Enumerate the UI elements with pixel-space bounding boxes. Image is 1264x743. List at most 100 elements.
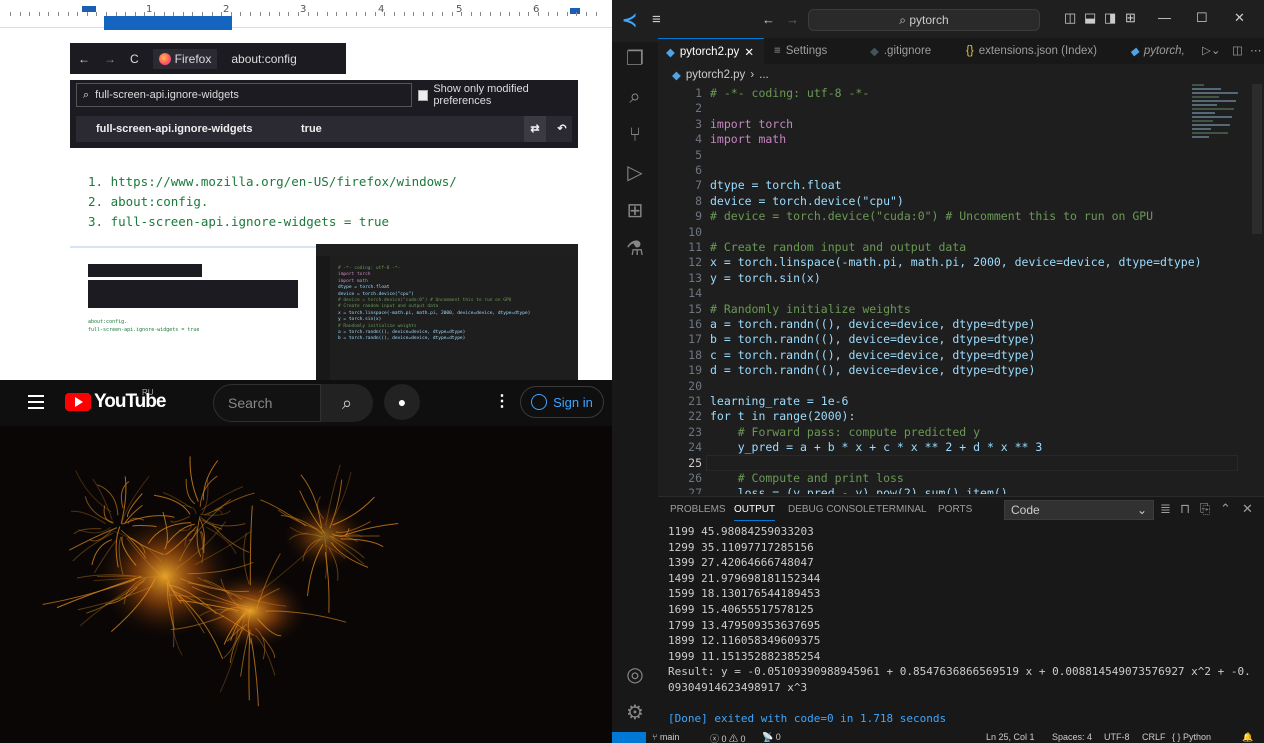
close-icon[interactable]: ✕ xyxy=(1234,10,1245,26)
breadcrumb: ◆ pytorch2.py › ... xyxy=(658,66,1264,84)
tab-extensions-json[interactable]: {} extensions.json (Index) xyxy=(958,38,1105,64)
thumb-code-line: b = torch.randn((), device=device, dtype… xyxy=(338,336,466,342)
youtube-logo-icon[interactable] xyxy=(65,393,91,411)
back-icon[interactable]: ← xyxy=(78,52,90,66)
document-pane: 1 2 3 4 5 6 ← → C Firefox about:config ⌕… xyxy=(0,0,612,380)
toggle-panel-icon[interactable]: ⬓ xyxy=(1084,10,1096,26)
sign-in-button[interactable]: Sign in xyxy=(520,386,604,418)
copy-icon[interactable]: ⎘ xyxy=(1200,501,1210,517)
remote-indicator-icon[interactable] xyxy=(612,732,646,743)
run-debug-icon[interactable]: ▷ xyxy=(622,160,648,186)
code-line: # Forward pass: compute predicted y xyxy=(710,424,981,439)
firefox-identity[interactable]: Firefox xyxy=(152,48,218,69)
road-line xyxy=(75,470,112,513)
clear-output-icon[interactable]: ≣ xyxy=(1160,501,1171,517)
thumb-titlebar xyxy=(316,244,578,256)
line-number: 18 xyxy=(688,347,702,362)
menu-icon[interactable]: ≡ xyxy=(652,11,661,28)
explorer-icon[interactable]: ❐ xyxy=(622,46,648,72)
tab-terminal[interactable]: TERMINAL xyxy=(876,504,927,515)
reload-icon[interactable]: C xyxy=(130,52,139,66)
toggle-sidebar-icon[interactable]: ◫ xyxy=(1064,10,1076,26)
forward-icon[interactable]: → xyxy=(104,52,116,66)
cursor-position[interactable]: Ln 25, Col 1 xyxy=(986,732,1035,742)
branch-indicator[interactable]: ⑂ main xyxy=(652,732,679,742)
reset-icon[interactable]: ↶ xyxy=(552,116,572,142)
line-number: 16 xyxy=(688,317,702,331)
address-text[interactable]: about:config xyxy=(231,52,296,66)
indentation[interactable]: Spaces: 4 xyxy=(1052,732,1092,742)
right-indent-marker[interactable] xyxy=(570,8,580,14)
extensions-icon[interactable]: ⊞ xyxy=(622,198,648,224)
split-editor-icon[interactable]: ◫ xyxy=(1232,43,1243,57)
editor-scrollbar[interactable] xyxy=(1252,84,1262,234)
video-player[interactable] xyxy=(0,426,612,743)
search-button[interactable]: ⌕ xyxy=(321,384,373,422)
tab-debug-console[interactable]: DEBUG CONSOLE xyxy=(788,504,875,515)
show-modified-checkbox[interactable]: Show only modified preferences xyxy=(418,83,578,107)
search-icon: ⌕ xyxy=(899,13,910,27)
close-icon[interactable]: ✕ xyxy=(744,45,754,59)
minimize-icon[interactable]: — xyxy=(1158,10,1171,25)
tab-pytorch[interactable]: ◆ pytorch, xyxy=(1122,38,1193,64)
toggle-secondary-sidebar-icon[interactable]: ◨ xyxy=(1104,10,1116,26)
code-line: # Compute and print loss xyxy=(710,471,904,485)
microphone-icon[interactable]: ● xyxy=(384,384,420,420)
command-center-search[interactable]: ⌕ pytorch xyxy=(808,9,1040,31)
minimap-line xyxy=(1192,120,1213,122)
more-actions-icon[interactable]: ⋯ xyxy=(1250,43,1262,57)
search-icon[interactable]: ⌕ xyxy=(622,84,648,110)
notifications-icon[interactable]: 🔔 xyxy=(1242,732,1253,743)
youtube-header: YouTube RU Search ⌕ ● ⋮ Sign in xyxy=(0,380,612,426)
language-mode[interactable]: { } Python xyxy=(1172,732,1211,742)
problems-count[interactable]: ⓧ 0 ⚠ 0 xyxy=(710,732,746,743)
ports-count[interactable]: 📡 0 xyxy=(762,732,781,743)
line-number: 5 xyxy=(695,147,702,162)
search-icon: ⌕ xyxy=(83,88,90,101)
more-icon[interactable]: ⋮ xyxy=(494,391,510,411)
pref-row[interactable]: full-screen-api.ignore-widgets true ⇄ ↶ xyxy=(76,116,572,142)
tab-ports[interactable]: PORTS xyxy=(938,504,972,515)
indent-marker[interactable] xyxy=(82,6,96,12)
tab-pytorch2[interactable]: ◆ pytorch2.py ✕ xyxy=(658,38,764,64)
encoding[interactable]: UTF-8 xyxy=(1104,732,1130,742)
tab-problems[interactable]: PROBLEMS xyxy=(670,504,726,515)
run-icon[interactable]: ▷⌄ xyxy=(1202,43,1220,57)
toggle-icon[interactable]: ⇄ xyxy=(524,116,546,142)
minimap[interactable] xyxy=(1192,84,1244,140)
tab-output[interactable]: OUTPUT xyxy=(734,504,776,521)
maximize-icon[interactable]: ☐ xyxy=(1196,10,1208,26)
output-console[interactable]: 1199 45.98084259033203 1299 35.1109771728… xyxy=(668,525,1258,735)
breadcrumb-item[interactable]: ... xyxy=(759,69,769,81)
line-number: 27 xyxy=(688,486,702,494)
tab-label: pytorch, xyxy=(1143,45,1185,57)
youtube-search-input[interactable]: Search xyxy=(213,384,321,422)
tab-gitignore[interactable]: ◆ .gitignore xyxy=(862,38,939,64)
customize-layout-icon[interactable]: ⊞ xyxy=(1125,10,1136,26)
menu-icon[interactable] xyxy=(28,395,44,409)
show-modified-label: Show only modified preferences xyxy=(433,83,529,107)
output-channel-select[interactable]: Code ⌄ xyxy=(1004,500,1154,520)
list-item: 3. full-screen-api.ignore-widgets = true xyxy=(88,214,390,229)
lock-icon[interactable]: ⊓ xyxy=(1180,501,1190,517)
line-number: 2 xyxy=(695,101,702,116)
account-icon[interactable]: ◎ xyxy=(622,662,648,688)
ruler-tick xyxy=(96,12,98,16)
gear-icon[interactable]: ⚙ xyxy=(622,700,648,726)
forward-icon[interactable]: → xyxy=(786,12,799,27)
close-panel-icon[interactable]: ✕ xyxy=(1242,501,1253,517)
maximize-panel-icon[interactable]: ⌃ xyxy=(1220,501,1231,517)
testing-icon[interactable]: ⚗ xyxy=(622,236,648,262)
line-ending[interactable]: CRLF xyxy=(1142,732,1166,742)
breadcrumb-item[interactable]: pytorch2.py xyxy=(686,69,745,81)
code-editor[interactable]: 1 # -*- coding: utf-8 -*- 2 3 import torch 4 i… xyxy=(658,84,1244,494)
ruler-tick xyxy=(595,12,597,16)
code-line: y = torch.sin(x) xyxy=(710,270,821,285)
back-icon[interactable]: ← xyxy=(762,12,775,27)
ruler-tick xyxy=(19,12,21,16)
pref-search-input[interactable]: ⌕ full-screen-api.ignore-widgets xyxy=(76,83,412,107)
checkbox-icon[interactable] xyxy=(418,89,429,101)
source-control-icon[interactable]: ⑂ xyxy=(622,122,648,148)
tab-settings[interactable]: ≡ Settings xyxy=(766,38,835,64)
youtube-logo-text[interactable]: YouTube xyxy=(94,391,166,413)
